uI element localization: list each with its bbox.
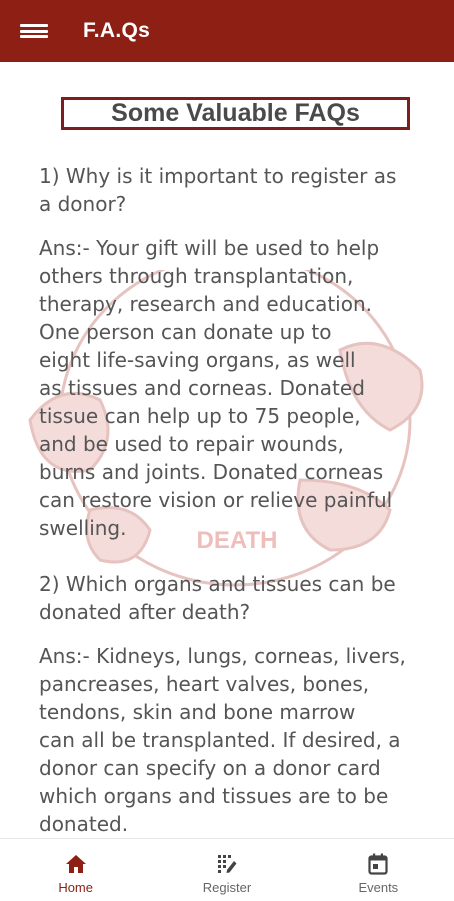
app-title: F.A.Qs — [83, 19, 151, 42]
faq-item-2: 2) Which organs and tissues can be donat… — [39, 570, 424, 838]
faq-answer-line: tissue can help up to 75 people, — [39, 404, 361, 428]
faq-answer-line: burns and joints. Donated corneas — [39, 460, 384, 484]
register-icon — [215, 852, 239, 876]
faq-answer-line: can restore vision or relieve painful — [39, 488, 393, 512]
bottom-navigation: Home Register Events — [0, 838, 454, 901]
faq-question: 1) Why is it important to register as a … — [39, 162, 424, 218]
faq-question: 2) Which organs and tissues can be donat… — [39, 570, 424, 626]
app-bar: F.A.Qs — [0, 0, 454, 62]
faq-answer-line: as tissues and corneas. Donated — [39, 376, 365, 400]
nav-register[interactable]: Register — [151, 839, 302, 901]
faq-answer-line: and be used to repair wounds, — [39, 432, 344, 456]
faq-question-line: donated after death? — [39, 600, 251, 624]
nav-home-label: Home — [58, 879, 93, 895]
hamburger-menu-icon[interactable] — [20, 20, 48, 42]
home-icon — [64, 852, 88, 876]
faq-answer-line: donor can specify on a donor card — [39, 756, 381, 780]
faq-content[interactable]: DEATH Some Valuable FAQs 1) Why is it im… — [0, 62, 454, 838]
faq-answer-line: Ans:- Kidneys, lungs, corneas, livers, — [39, 644, 406, 668]
nav-events[interactable]: Events — [303, 839, 454, 901]
faq-answer-line: eight life-saving organs, as well — [39, 348, 356, 372]
faq-answer-line: therapy, research and education. — [39, 292, 373, 316]
faq-answer-line: can all be transplanted. If desired, a — [39, 728, 401, 752]
nav-register-label: Register — [202, 879, 252, 895]
calendar-icon — [366, 852, 390, 876]
nav-home[interactable]: Home — [0, 839, 151, 901]
faq-answer-line: which organs and tissues are to be — [39, 784, 389, 808]
faq-answer: Ans:- Your gift will be used to help oth… — [39, 234, 424, 542]
nav-events-label: Events — [358, 879, 399, 895]
faq-answer-line: donated. — [39, 812, 129, 836]
faq-answer-line: One person can donate up to — [39, 320, 332, 344]
faq-answer-line: swelling. — [39, 516, 127, 540]
faq-answer-line: others through transplantation, — [39, 264, 354, 288]
faq-item-1: 1) Why is it important to register as a … — [39, 162, 424, 542]
faq-question-line: 1) Why is it important to register as — [39, 164, 397, 188]
faq-question-line: 2) Which organs and tissues can be — [39, 572, 396, 596]
faq-question-line: a donor? — [39, 192, 127, 216]
faq-heading: Some Valuable FAQs — [61, 97, 410, 130]
faq-answer-line: pancreases, heart valves, bones, — [39, 672, 370, 696]
faq-answer: Ans:- Kidneys, lungs, corneas, livers, p… — [39, 642, 424, 838]
faq-answer-line: Ans:- Your gift will be used to help — [39, 236, 380, 260]
faq-answer-line: tendons, skin and bone marrow — [39, 700, 356, 724]
